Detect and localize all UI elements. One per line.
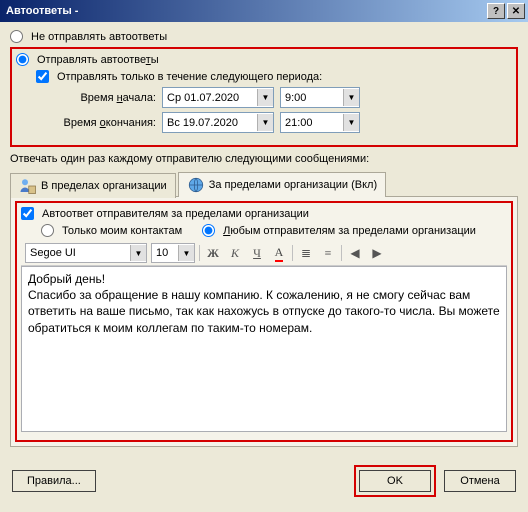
- start-date-combo[interactable]: Ср 01.07.2020 ▼: [162, 87, 274, 108]
- dropdown-icon[interactable]: ▼: [257, 89, 273, 106]
- highlight-send-block: Отправлять автоответы Отправлять только …: [10, 47, 518, 147]
- close-button[interactable]: ✕: [507, 3, 525, 19]
- radio-any-sender-label: Любым отправителям за пределами организа…: [223, 225, 476, 237]
- message-editor[interactable]: Добрый день! Спасибо за обращение в нашу…: [21, 266, 507, 432]
- chk-autoreply-outside-label: Автоответ отправителям за пределами орга…: [42, 208, 309, 220]
- chk-period[interactable]: [36, 70, 49, 83]
- bold-button[interactable]: Ж: [204, 244, 222, 262]
- format-toolbar: Segoe UI ▼ 10 ▼ Ж К Ч A ≣ ≡ ◀ ▶: [21, 241, 507, 266]
- start-date-value: Ср 01.07.2020: [163, 92, 257, 104]
- reply-once-label: Отвечать один раз каждому отправителю сл…: [10, 153, 518, 165]
- chk-autoreply-outside[interactable]: [21, 207, 34, 220]
- font-value: Segoe UI: [26, 247, 130, 259]
- window-title: Автоответы -: [6, 5, 78, 17]
- end-date-value: Вс 19.07.2020: [163, 117, 257, 129]
- dropdown-icon[interactable]: ▼: [343, 114, 359, 131]
- separator: [341, 245, 342, 261]
- indent-button[interactable]: ▶: [368, 244, 386, 262]
- globe-icon: [187, 176, 205, 194]
- radio-contacts-only-label: Только моим контактам: [62, 225, 182, 237]
- separator: [292, 245, 293, 261]
- end-time-combo[interactable]: 21:00 ▼: [280, 112, 360, 133]
- number-list-button[interactable]: ≡: [319, 244, 337, 262]
- chk-period-label: Отправлять только в течение следующего п…: [57, 71, 322, 83]
- bullet-list-button[interactable]: ≣: [297, 244, 315, 262]
- font-size-combo[interactable]: 10 ▼: [151, 243, 195, 263]
- end-date-combo[interactable]: Вс 19.07.2020 ▼: [162, 112, 274, 133]
- tab-inside-label: В пределах организации: [41, 180, 167, 192]
- dropdown-icon[interactable]: ▼: [178, 245, 194, 261]
- cancel-button[interactable]: Отмена: [444, 470, 516, 492]
- tab-outside-label: За пределами организации (Вкл): [209, 179, 377, 191]
- radio-send-label: Отправлять автоответы: [37, 54, 159, 66]
- italic-button[interactable]: К: [226, 244, 244, 262]
- rules-button[interactable]: Правила...: [12, 470, 96, 492]
- footer: Правила... OK Отмена: [0, 455, 528, 507]
- font-size-value: 10: [152, 247, 178, 259]
- tab-inside-org[interactable]: В пределах организации: [10, 173, 176, 198]
- radio-no-send-label: Не отправлять автоответы: [31, 31, 167, 43]
- tab-outside-org[interactable]: За пределами организации (Вкл): [178, 172, 386, 197]
- label-end: Время окончания:: [48, 117, 156, 129]
- radio-no-send[interactable]: [10, 30, 23, 43]
- person-icon: [19, 177, 37, 195]
- highlight-outside-block: Автоответ отправителям за пределами орга…: [15, 201, 513, 442]
- font-combo[interactable]: Segoe UI ▼: [25, 243, 147, 263]
- dropdown-icon[interactable]: ▼: [257, 114, 273, 131]
- tab-panel: Автоответ отправителям за пределами орга…: [10, 197, 518, 447]
- radio-send[interactable]: [16, 53, 29, 66]
- dropdown-icon[interactable]: ▼: [130, 245, 146, 261]
- start-time-combo[interactable]: 9:00 ▼: [280, 87, 360, 108]
- titlebar: Автоответы - ? ✕: [0, 0, 528, 22]
- help-button[interactable]: ?: [487, 3, 505, 19]
- label-start: Время начала:: [48, 92, 156, 104]
- start-time-value: 9:00: [281, 92, 343, 104]
- separator: [199, 245, 200, 261]
- highlight-ok: OK: [354, 465, 436, 497]
- dropdown-icon[interactable]: ▼: [343, 89, 359, 106]
- tabs: В пределах организации За пределами орга…: [10, 171, 518, 197]
- radio-any-sender[interactable]: [202, 224, 215, 237]
- font-color-button[interactable]: A: [270, 244, 288, 262]
- outdent-button[interactable]: ◀: [346, 244, 364, 262]
- ok-button[interactable]: OK: [359, 470, 431, 492]
- end-time-value: 21:00: [281, 117, 343, 129]
- underline-button[interactable]: Ч: [248, 244, 266, 262]
- radio-contacts-only[interactable]: [41, 224, 54, 237]
